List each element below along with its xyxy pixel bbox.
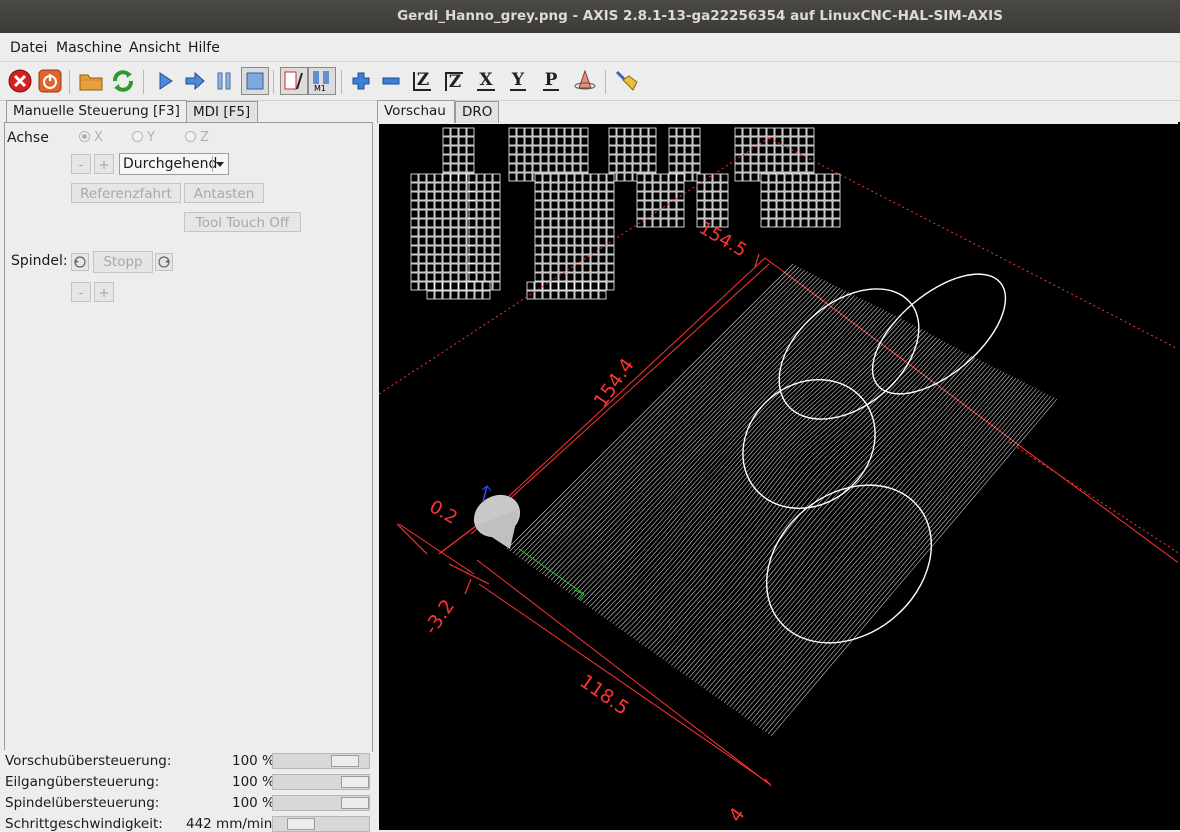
menu-maschine[interactable]: Maschine xyxy=(56,40,122,56)
tab-manual[interactable]: Manuelle Steuerung [F3] xyxy=(6,100,187,123)
manual-control-panel: Achse X Y Z - + Durchgehend Referenzfahr… xyxy=(4,122,373,752)
rapid-override-label: Eilgangübersteuerung: xyxy=(5,774,160,790)
open-file-icon[interactable] xyxy=(78,68,104,94)
status-overlay-blocks xyxy=(410,127,841,300)
overrides-panel: Vorschubübersteuerung: 100 % Eilgangüber… xyxy=(0,750,372,832)
jog-mode-select[interactable]: Durchgehend xyxy=(119,153,229,175)
axis-label: Achse xyxy=(7,130,49,146)
view-z-icon[interactable]: Z xyxy=(409,68,435,94)
feed-override-label: Vorschubübersteuerung: xyxy=(5,753,172,769)
view-z2-icon[interactable]: Z xyxy=(441,68,467,94)
tool-touch-off-button[interactable]: Tool Touch Off xyxy=(184,212,301,232)
spindle-override-label: Spindelübersteuerung: xyxy=(5,795,160,811)
menu-bar: Datei Maschine Ansicht Hilfe xyxy=(0,33,1180,62)
step-icon[interactable] xyxy=(182,68,208,94)
view-y-icon[interactable]: Y xyxy=(505,68,531,94)
tab-mdi[interactable]: MDI [F5] xyxy=(186,101,258,123)
estop-icon[interactable] xyxy=(7,68,33,94)
toolpath-mesh xyxy=(506,263,1058,737)
pause-icon[interactable] xyxy=(211,68,237,94)
jog-plus-button[interactable]: + xyxy=(94,154,114,174)
block-delete-icon[interactable] xyxy=(280,67,308,95)
spindle-ccw-icon[interactable] xyxy=(71,253,89,271)
menu-hilfe[interactable]: Hilfe xyxy=(188,40,220,56)
preview-svg xyxy=(379,127,1180,787)
window-title: Gerdi_Hanno_grey.png - AXIS 2.8.1-13-ga2… xyxy=(397,8,1003,24)
run-icon[interactable] xyxy=(152,68,178,94)
spindle-override-slider[interactable] xyxy=(272,795,370,811)
view-x-icon[interactable]: X xyxy=(473,68,499,94)
home-button[interactable]: Referenzfahrt xyxy=(71,183,181,203)
rapid-override-slider[interactable] xyxy=(272,774,370,790)
machine-power-icon[interactable] xyxy=(37,68,63,94)
menu-datei[interactable]: Datei xyxy=(10,40,47,56)
rotate-view-icon[interactable] xyxy=(572,68,598,94)
axis-z-radio[interactable]: Z xyxy=(185,130,209,145)
optional-stop-icon[interactable]: M1 xyxy=(308,67,336,95)
axis-y-radio[interactable]: Y xyxy=(132,130,155,145)
toolbar: M1 Z Z X Y P xyxy=(0,62,1180,101)
touch-off-button[interactable]: Antasten xyxy=(184,183,264,203)
optional-stop-label: M1 xyxy=(314,84,326,93)
tab-dro[interactable]: DRO xyxy=(455,101,499,123)
zoom-out-icon[interactable] xyxy=(378,68,404,94)
window-titlebar: Gerdi_Hanno_grey.png - AXIS 2.8.1-13-ga2… xyxy=(0,0,1180,33)
spindle-override-value: 100 % xyxy=(232,795,275,811)
feed-override-slider[interactable] xyxy=(272,753,370,769)
spindle-stop-button[interactable]: Stopp xyxy=(93,251,153,273)
view-p-icon[interactable]: P xyxy=(538,68,564,94)
spindle-minus-button[interactable]: - xyxy=(71,282,91,302)
feed-override-value: 100 % xyxy=(232,753,275,769)
tab-preview[interactable]: Vorschau xyxy=(377,100,455,123)
clear-plot-icon[interactable] xyxy=(613,68,639,94)
spindle-cw-icon[interactable] xyxy=(155,253,173,271)
spindle-plus-button[interactable]: + xyxy=(94,282,114,302)
spindle-label: Spindel: xyxy=(11,253,68,269)
preview-canvas[interactable]: 154.5 154.4 0.2 -3.2 118.5 4 xyxy=(379,124,1180,830)
axis-x-radio[interactable]: X xyxy=(79,130,103,145)
menu-ansicht[interactable]: Ansicht xyxy=(129,40,181,56)
tool-cone xyxy=(473,485,521,549)
rapid-override-value: 100 % xyxy=(232,774,275,790)
jog-minus-button[interactable]: - xyxy=(71,154,91,174)
stop-icon[interactable] xyxy=(241,67,269,95)
reload-icon[interactable] xyxy=(110,68,136,94)
zoom-in-icon[interactable] xyxy=(348,68,374,94)
